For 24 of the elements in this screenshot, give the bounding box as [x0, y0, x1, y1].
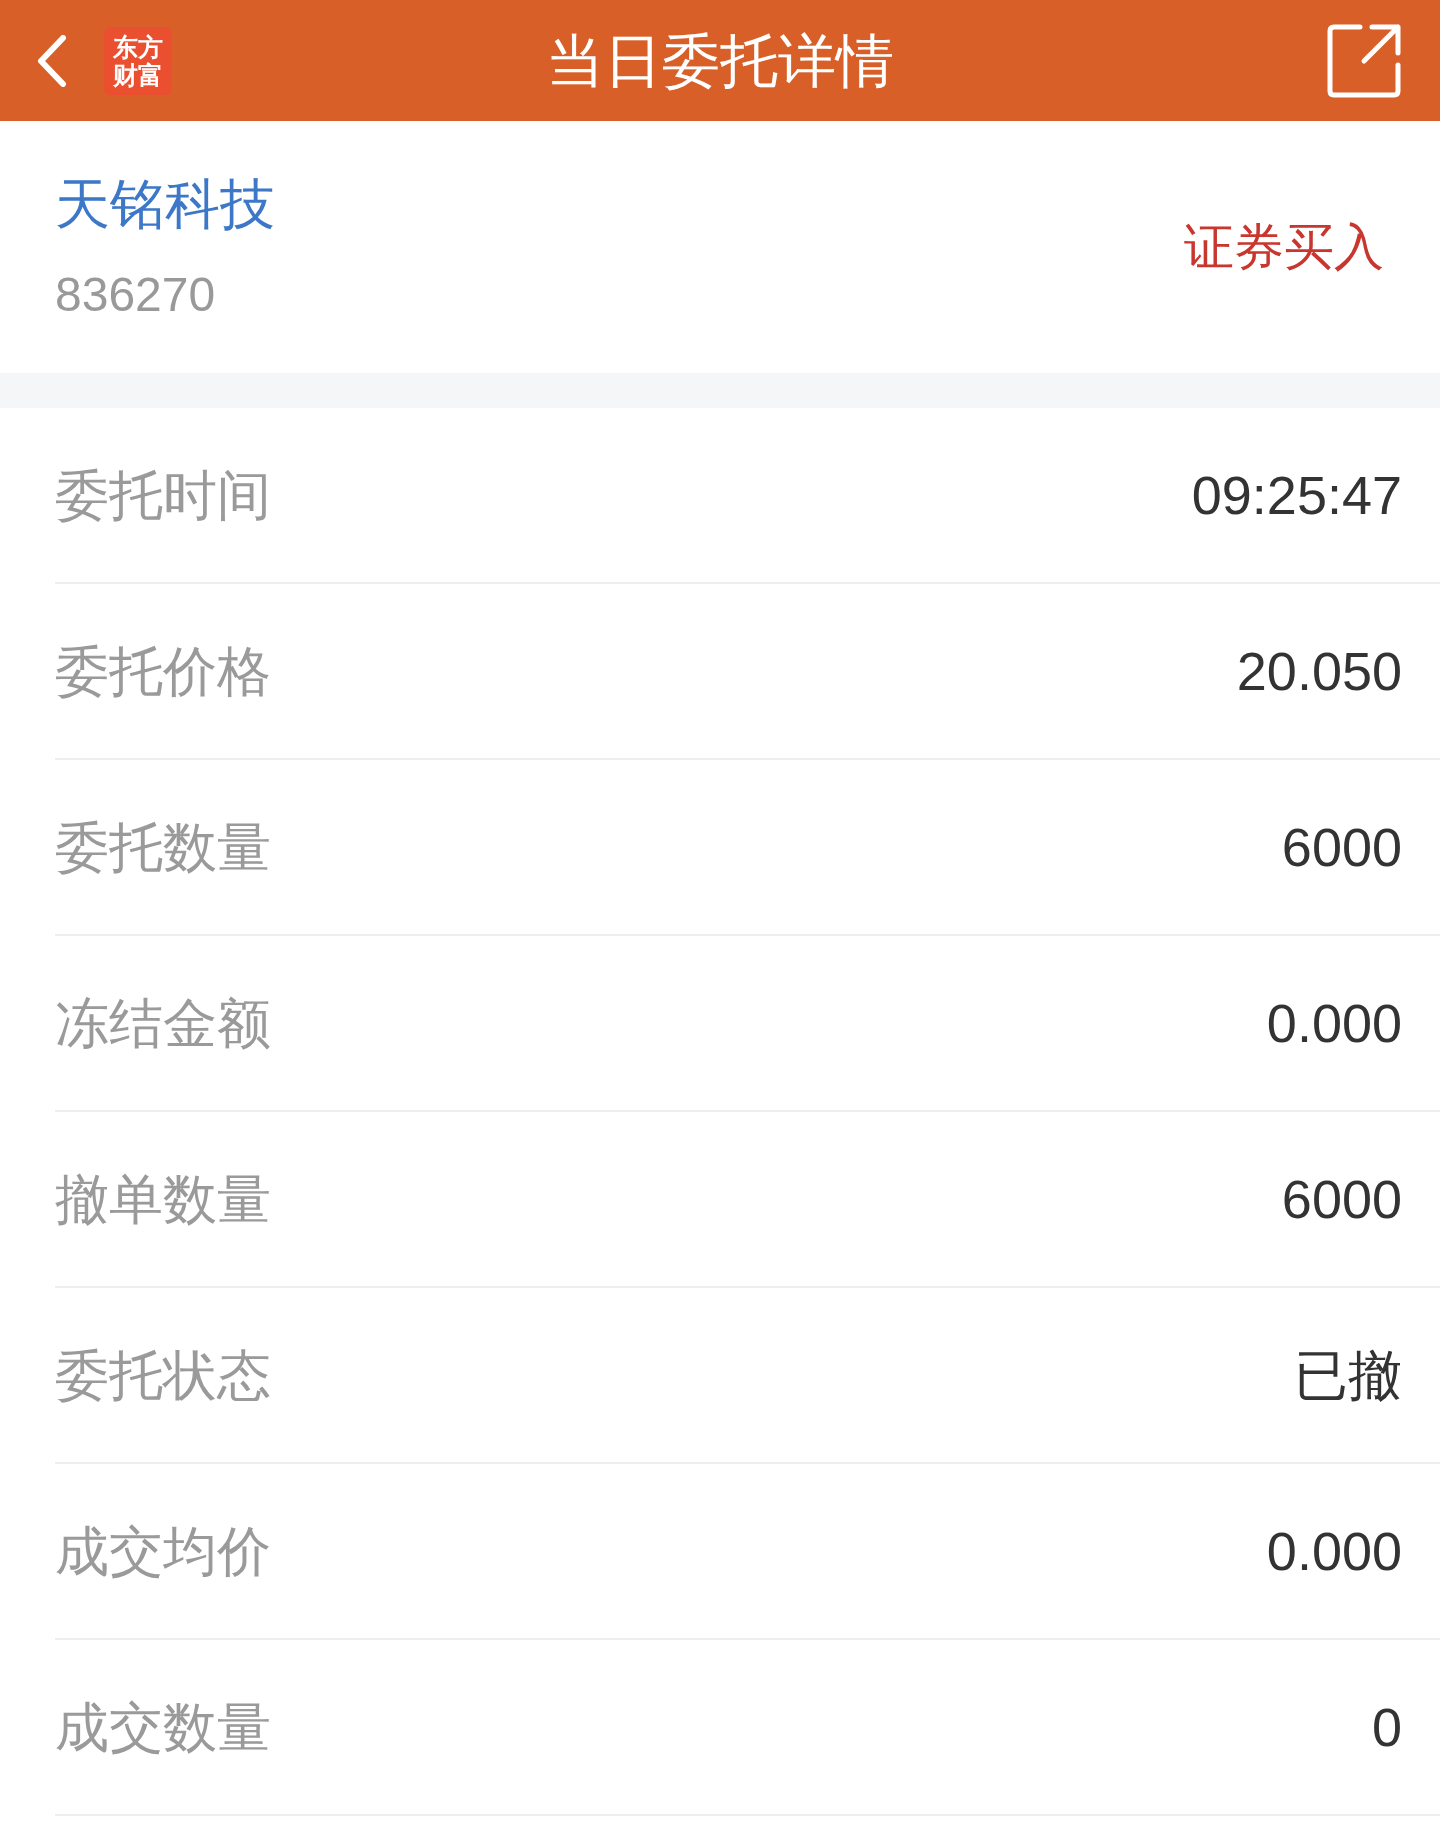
detail-value: 6000 [1281, 1172, 1402, 1226]
order-type: 证券买入 [1184, 222, 1384, 272]
detail-value: 0 [1371, 1700, 1402, 1754]
detail-label: 成交数量 [55, 1700, 271, 1754]
detail-label: 委托时间 [55, 468, 271, 522]
detail-value: 20.050 [1236, 644, 1402, 698]
detail-label: 委托价格 [55, 644, 271, 698]
stock-code: 836270 [55, 267, 217, 323]
detail-value: 0.000 [1266, 996, 1402, 1050]
detail-value: 09:25:47 [1191, 468, 1402, 522]
detail-value: 6000 [1281, 820, 1402, 874]
detail-label: 委托数量 [55, 820, 271, 874]
page-title: 当日委托详情 [546, 31, 894, 90]
detail-value: 已撤 [1294, 1348, 1402, 1402]
back-chevron-icon [37, 34, 67, 87]
detail-label: 委托状态 [55, 1348, 271, 1402]
share-icon [1326, 22, 1402, 99]
stock-name: 天铭科技 [55, 172, 275, 237]
detail-label: 冻结金额 [55, 996, 271, 1050]
detail-value: 0.000 [1266, 1524, 1402, 1578]
logo-text: 东方 财富 [113, 32, 163, 89]
share-button[interactable] [1326, 22, 1402, 99]
detail-label: 成交均价 [55, 1524, 271, 1578]
detail-label: 撤单数量 [55, 1172, 271, 1226]
